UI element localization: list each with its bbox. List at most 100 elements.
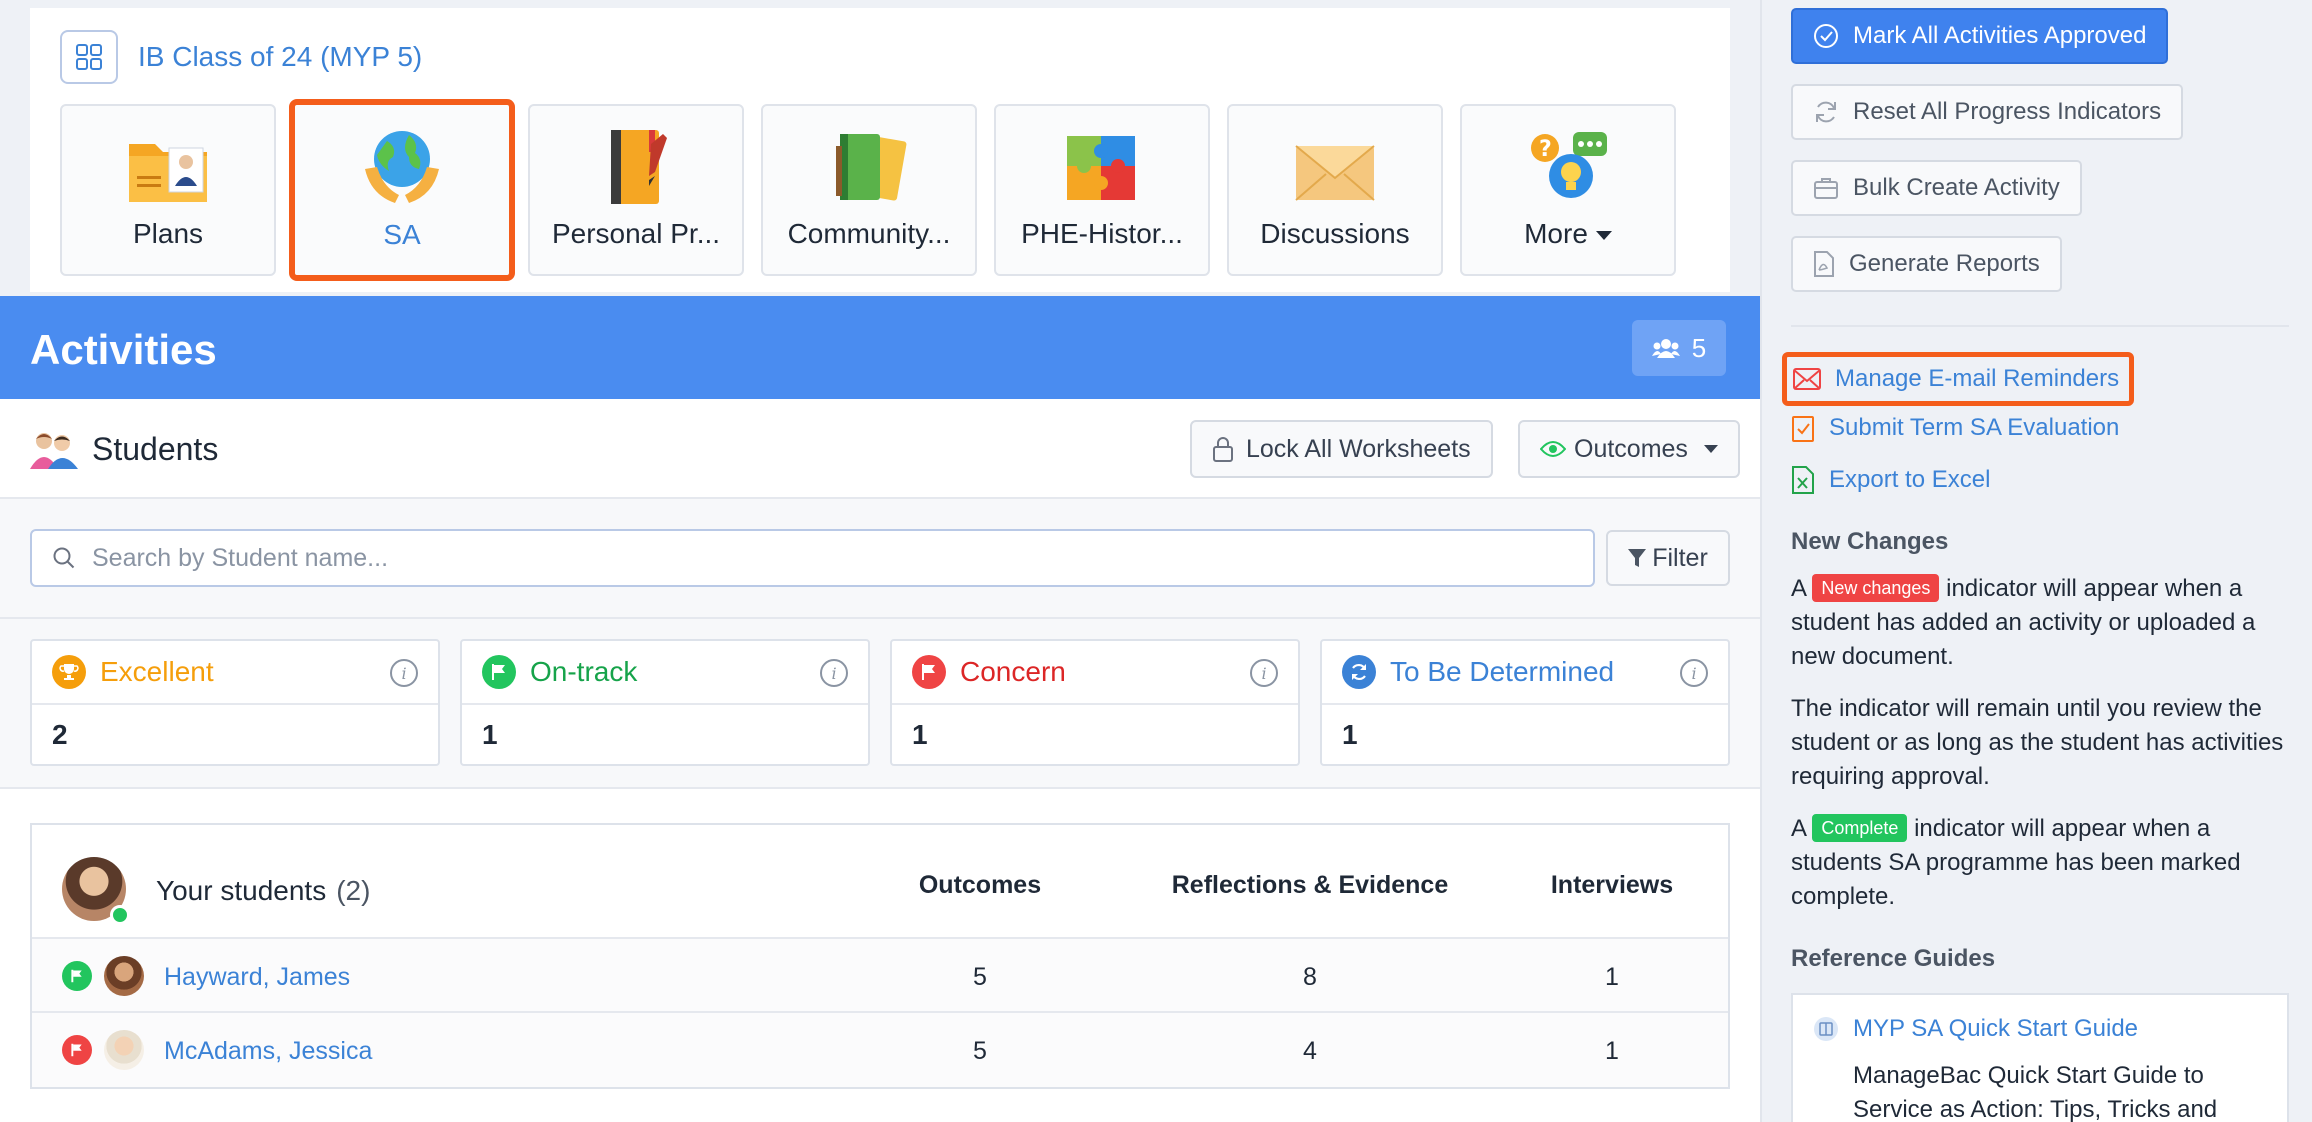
online-indicator [110,905,130,925]
text: A [1791,575,1806,602]
chevron-down-icon [1703,445,1718,453]
page-title: Activities [30,326,217,373]
grid-icon [76,44,102,70]
cell-outcomes: 5 [973,1037,987,1065]
filter-button[interactable]: Filter [1606,530,1730,586]
new-changes-paragraph-3: A Complete indicator will appear when a … [1791,812,2301,914]
search-area: Search by Student name... Filter [0,499,1760,619]
main-panel: Students Lock All Worksheets Outcomes Se… [0,399,1760,1122]
briefcase-icon [1814,178,1838,199]
generate-reports-button[interactable]: Generate Reports [1791,236,2062,292]
activities-banner: Activities 5 [0,296,1760,399]
cell-outcomes: 5 [973,963,987,991]
refresh-icon [1816,101,1836,123]
your-students-title: Your students (2) [156,875,370,907]
tile-label: Discussions [1260,218,1410,249]
status-card-to-be-determined[interactable]: To Be Determined i 1 [1320,639,1730,766]
status-card-on-track[interactable]: On-track i 1 [460,639,870,766]
flag-icon [62,961,92,991]
status-value: 1 [1342,719,1358,750]
folder-user-icon [129,144,207,202]
new-changes-paragraph-2: The indicator will remain until you revi… [1791,695,2284,790]
tile-label: More [1524,218,1612,250]
search-icon [53,547,75,569]
cell-interviews: 1 [1605,963,1619,991]
students-title: Students [30,429,218,469]
search-input[interactable]: Search by Student name... [30,529,1595,587]
submit-term-evaluation-link[interactable]: Submit Term SA Evaluation [1791,414,2119,442]
status-card-excellent[interactable]: Excellent i 2 [30,639,440,766]
new-changes-paragraph-1: A New changes indicator will appear when… [1791,572,2301,674]
outcomes-dropdown[interactable]: Outcomes [1518,420,1740,478]
student-name-link[interactable]: McAdams, Jessica [164,1037,372,1066]
tile-personal-project[interactable]: Personal Pr... [528,104,744,276]
tile-community-project[interactable]: Community... [761,104,977,276]
members-count: 5 [1691,332,1707,363]
eye-icon [1540,441,1566,457]
members-count-button[interactable]: 5 [1632,320,1726,376]
lock-all-worksheets-label: Lock All Worksheets [1246,434,1471,463]
reset-progress-button[interactable]: Reset All Progress Indicators [1791,84,2184,140]
guide-description: ManageBac Quick Start Guide to Service a… [1853,1062,2218,1122]
chevron-down-icon [1595,231,1612,241]
trophy-icon [52,655,86,689]
mark-all-approved-button[interactable]: Mark All Activities Approved [1791,8,2169,64]
lock-all-worksheets-button[interactable]: Lock All Worksheets [1190,420,1493,478]
info-icon[interactable]: i [820,659,848,687]
info-icon[interactable]: i [1680,659,1708,687]
envelope-icon [1295,145,1375,201]
manage-email-reminders-link[interactable]: Manage E-mail Reminders [1782,352,2135,406]
status-card-header: Excellent i [32,641,438,705]
grid-menu-button[interactable] [60,30,118,84]
tile-phe-history[interactable]: PHE-Histor... [994,104,1210,276]
search-placeholder: Search by Student name... [92,543,389,572]
column-outcomes: Outcomes [918,871,1042,899]
tile-more[interactable]: ? More [1460,104,1676,276]
avatar [104,956,144,996]
status-card-header: On-track i [462,641,868,705]
guide-title[interactable]: MYP SA Quick Start Guide [1813,1015,2138,1043]
cell-reflections: 8 [1303,963,1317,991]
column-reflections-evidence: Reflections & Evidence [1171,871,1449,899]
status-card-concern[interactable]: Concern i 1 [890,639,1300,766]
mark-all-approved-label: Mark All Activities Approved [1853,22,2147,49]
notebook-icon [611,130,667,204]
tile-label: Plans [132,218,204,249]
tile-discussions[interactable]: Discussions [1227,104,1443,276]
new-changes-heading: New Changes [1791,528,1949,555]
svg-text:?: ? [1539,137,1552,162]
tile-plans[interactable]: Plans [60,104,276,276]
flag-icon [912,655,946,689]
students-table: Your students (2) Outcomes Reflections & … [30,823,1730,1089]
info-icon[interactable]: i [1250,659,1278,687]
cell-interviews: 1 [1605,1037,1619,1065]
filter-icon [1628,549,1647,567]
students-icon [30,433,78,469]
student-name-link[interactable]: Hayward, James [164,963,350,992]
status-summary: Excellent i 2 On-track i 1 Concern i 1 T… [0,619,1760,789]
students-title-text: Students [92,430,219,467]
table-row[interactable]: Hayward, James 5 8 1 [32,939,1728,1013]
tile-sa[interactable]: SA [289,99,515,281]
class-title[interactable]: IB Class of 24 (MYP 5) [138,41,422,73]
book-icon [1814,1017,1838,1041]
guide-title-text: MYP SA Quick Start Guide [1853,1015,2139,1042]
export-to-excel-link[interactable]: Export to Excel [1791,466,1990,494]
sidebar-divider [1760,0,1762,1122]
info-icon[interactable]: i [390,659,418,687]
users-icon [1651,339,1680,358]
status-label: Excellent [100,656,214,687]
class-header: IB Class of 24 (MYP 5) [60,30,422,84]
new-changes-badge: New changes [1812,574,1940,602]
tile-label: SA [383,219,421,250]
export-to-excel-label: Export to Excel [1829,466,1991,493]
avatar [104,1030,144,1070]
bulk-create-activity-button[interactable]: Bulk Create Activity [1791,160,2082,216]
reference-guide-card[interactable]: MYP SA Quick Start Guide ManageBac Quick… [1791,993,2289,1122]
status-card-header: Concern i [892,641,1298,705]
envelope-icon [1793,368,1821,390]
lock-icon [1213,437,1233,462]
status-card-header: To Be Determined i [1322,641,1728,705]
table-row[interactable]: McAdams, Jessica 5 4 1 [32,1013,1728,1087]
your-students-count: (2) [336,875,371,906]
